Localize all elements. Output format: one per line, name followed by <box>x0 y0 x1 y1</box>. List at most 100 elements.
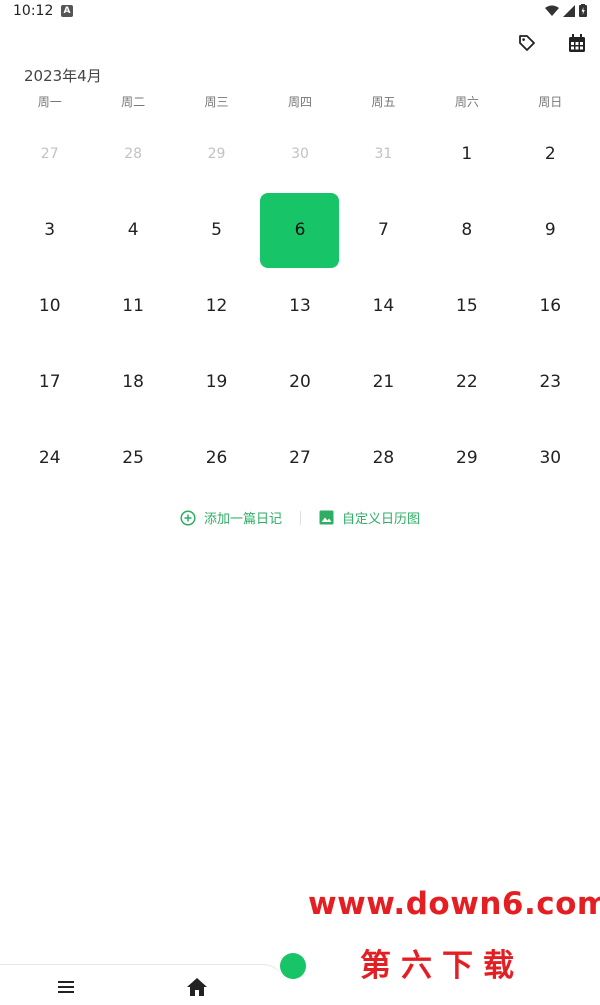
day-number: 29 <box>207 146 226 162</box>
day-cell[interactable]: 26 <box>175 420 258 496</box>
day-cell[interactable]: 29 <box>425 420 508 496</box>
day-cell[interactable]: 17 <box>8 344 91 420</box>
day-cell[interactable]: 22 <box>425 344 508 420</box>
day-number: 26 <box>205 448 228 468</box>
day-number: 13 <box>289 296 311 316</box>
day-cell[interactable]: 19 <box>175 344 258 420</box>
status-bar: 10:12 A <box>0 0 600 24</box>
home-icon <box>187 978 207 996</box>
day-number: 11 <box>122 296 144 316</box>
day-number: 31 <box>374 146 393 162</box>
watermark-name: 第六下载 <box>360 948 524 984</box>
day-cell[interactable]: 16 <box>509 268 592 344</box>
day-cell[interactable]: 30 <box>509 420 592 496</box>
day-number: 5 <box>211 220 222 240</box>
day-cell[interactable]: 12 <box>175 268 258 344</box>
day-cell[interactable]: 13 <box>258 268 341 344</box>
day-cell[interactable]: 5 <box>175 192 258 268</box>
day-number: 30 <box>291 146 309 162</box>
day-number: 28 <box>372 448 395 468</box>
day-number: 24 <box>38 448 61 468</box>
day-number: 4 <box>127 220 139 240</box>
day-cell[interactable]: 10 <box>8 268 91 344</box>
day-cell[interactable]: 3 <box>8 192 91 268</box>
day-cell[interactable]: 7 <box>342 192 425 268</box>
day-cell[interactable]: 24 <box>8 420 91 496</box>
day-number: 30 <box>539 448 562 468</box>
day-cell-other-month[interactable]: 29 <box>175 116 258 192</box>
day-number: 17 <box>38 372 61 392</box>
bottom-nav <box>0 964 285 1005</box>
day-number: 6 <box>260 192 340 268</box>
day-number: 20 <box>289 372 311 392</box>
wifi-icon <box>545 5 559 16</box>
day-cell[interactable]: 18 <box>91 344 174 420</box>
day-number: 7 <box>378 220 389 240</box>
day-cell[interactable]: 20 <box>258 344 341 420</box>
custom-calendar-button[interactable]: 自定义日历图 <box>319 508 420 527</box>
day-cell-other-month[interactable]: 30 <box>258 116 341 192</box>
day-number: 18 <box>122 372 144 392</box>
day-cell[interactable]: 21 <box>342 344 425 420</box>
day-number: 27 <box>289 448 311 468</box>
watermark-url: www.down6.com <box>308 886 600 922</box>
tag-icon <box>519 35 535 51</box>
add-diary-button[interactable]: 添加一篇日记 <box>180 508 282 527</box>
day-cell[interactable]: 23 <box>509 344 592 420</box>
calendar-icon <box>569 33 585 52</box>
day-number: 8 <box>461 220 473 240</box>
home-button[interactable] <box>185 975 209 999</box>
day-cell[interactable]: 9 <box>509 192 592 268</box>
day-cell[interactable]: 28 <box>342 420 425 496</box>
month-title[interactable]: 2023年4月 <box>24 65 102 86</box>
day-cell[interactable]: 25 <box>91 420 174 496</box>
notification-icon: A <box>61 5 73 17</box>
action-divider <box>300 510 301 525</box>
day-cell-other-month[interactable]: 27 <box>8 116 91 192</box>
custom-calendar-label: 自定义日历图 <box>342 512 421 527</box>
day-cell-selected[interactable]: 6 <box>258 192 341 268</box>
day-cell-other-month[interactable]: 31 <box>342 116 425 192</box>
weekday-label: 周一 <box>37 95 62 109</box>
day-number: 27 <box>40 146 59 162</box>
top-actions <box>516 32 588 54</box>
day-number: 25 <box>122 448 144 468</box>
weekday-header: 周一 周二 周三 周四 周五 周六 周日 <box>8 93 592 110</box>
menu-icon <box>58 981 74 993</box>
add-diary-label: 添加一篇日记 <box>203 512 282 527</box>
weekday-label: 周五 <box>371 95 396 109</box>
menu-button[interactable] <box>54 975 78 999</box>
day-cell[interactable]: 2 <box>509 116 592 192</box>
image-icon <box>319 510 334 525</box>
day-number: 14 <box>372 296 395 316</box>
day-number: 10 <box>38 296 61 316</box>
day-number: 15 <box>456 296 478 316</box>
weekday-label: 周三 <box>204 95 229 109</box>
day-number: 1 <box>461 144 473 164</box>
day-number: 19 <box>205 372 228 392</box>
day-cell[interactable]: 4 <box>91 192 174 268</box>
day-cell-other-month[interactable]: 28 <box>91 116 174 192</box>
day-cell[interactable]: 8 <box>425 192 508 268</box>
day-cell[interactable]: 27 <box>258 420 341 496</box>
day-number: 2 <box>544 144 556 164</box>
weekday-label: 周日 <box>538 95 563 109</box>
day-number: 3 <box>44 220 56 240</box>
day-cell[interactable]: 15 <box>425 268 508 344</box>
day-number: 29 <box>456 448 478 468</box>
day-number: 9 <box>544 220 556 240</box>
day-cell[interactable]: 11 <box>91 268 174 344</box>
status-time: 10:12 <box>13 3 54 19</box>
calendar-button[interactable] <box>566 32 588 54</box>
day-cell[interactable]: 1 <box>425 116 508 192</box>
day-cell[interactable]: 14 <box>342 268 425 344</box>
battery-icon <box>579 4 587 17</box>
day-number: 28 <box>124 146 143 162</box>
add-circle-icon <box>180 509 196 526</box>
weekday-label: 周二 <box>121 95 146 109</box>
calendar-grid: 27 28 29 30 31 1 2 3 4 5 6 7 8 9 10 11 12 13 14 15 16 17 18 19 2… <box>8 116 592 496</box>
floating-action-button[interactable] <box>280 953 306 979</box>
tag-button[interactable] <box>516 32 538 54</box>
day-number: 22 <box>456 372 478 392</box>
day-number: 23 <box>539 372 562 392</box>
